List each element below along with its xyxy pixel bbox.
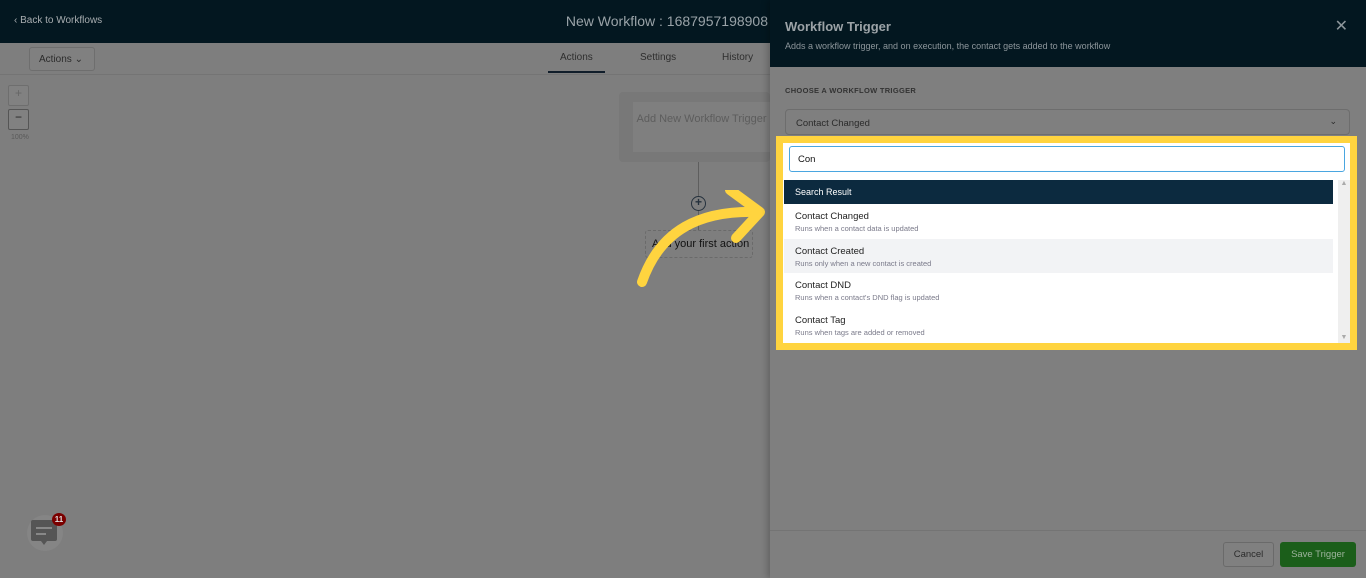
item-title: Contact Tag xyxy=(795,314,846,326)
search-results-list: Search Result Contact Changed Runs when a… xyxy=(784,180,1333,342)
actions-dropdown[interactable]: Actions ⌄ xyxy=(29,47,95,71)
trigger-select[interactable]: Contact Changed ⌄ xyxy=(785,109,1350,135)
back-label: Back to Workflows xyxy=(20,15,103,26)
item-desc: Runs when a contact's DND flag is update… xyxy=(795,293,940,302)
list-item[interactable]: Contact Created Runs only when a new cont… xyxy=(784,238,1333,273)
list-item[interactable]: Contact DND Runs when a contact's DND fla… xyxy=(784,273,1333,308)
item-desc: Runs when tags are added or removed xyxy=(795,327,925,337)
item-title: Contact DND xyxy=(795,280,851,291)
zoom-out-button[interactable]: − xyxy=(8,109,29,130)
actions-label: Actions xyxy=(39,54,72,65)
trigger-search-input[interactable] xyxy=(789,146,1345,172)
scroll-up-icon[interactable]: ▲ xyxy=(1338,180,1350,187)
zoom-level: 100% xyxy=(11,134,29,141)
list-item[interactable]: Contact Tag Runs when tags are added or r… xyxy=(784,307,1333,342)
selected-value: Contact Changed xyxy=(796,118,870,129)
item-title: Contact Created xyxy=(795,245,865,257)
list-item[interactable]: Contact Changed Runs when a contact data … xyxy=(784,204,1333,239)
drawer-footer: Cancel Save Trigger xyxy=(770,530,1366,578)
workflow-title: New Workflow : 1687957198908 xyxy=(565,13,768,29)
pointer-arrow-icon xyxy=(637,190,765,287)
tab-settings[interactable]: Settings xyxy=(640,52,676,63)
scrollbar[interactable]: ▲ ▼ xyxy=(1338,180,1350,343)
trigger-dropdown: Search Result Contact Changed Runs when a… xyxy=(776,136,1357,350)
save-trigger-button[interactable]: Save Trigger xyxy=(1280,542,1356,567)
chevron-down-icon: ⌄ xyxy=(74,54,83,65)
drawer-title: Workflow Trigger xyxy=(785,19,891,34)
chevron-down-icon: ⌄ xyxy=(1329,116,1337,126)
drawer-subtitle: Adds a workflow trigger, and on executio… xyxy=(785,41,1111,51)
close-icon[interactable]: ✕ xyxy=(1335,16,1348,36)
scroll-down-icon[interactable]: ▼ xyxy=(1338,334,1350,341)
trigger-card[interactable]: Add New Workflow Trigger xyxy=(619,92,770,162)
top-bar: ‹ Back to Workflows New Workflow : 16879… xyxy=(0,0,770,43)
cancel-button[interactable]: Cancel xyxy=(1223,542,1274,567)
item-desc: Runs only when a new contact is created xyxy=(795,258,932,268)
tab-actions[interactable]: Actions xyxy=(548,52,605,73)
item-title: Contact Changed xyxy=(795,211,869,222)
zoom-in-button[interactable]: + xyxy=(8,85,29,106)
back-to-workflows-link[interactable]: ‹ Back to Workflows xyxy=(14,15,102,26)
results-header: Search Result xyxy=(784,180,1333,204)
notification-badge: 11 xyxy=(52,513,66,526)
add-trigger-label: Add New Workflow Trigger xyxy=(633,102,770,152)
tab-history[interactable]: History xyxy=(722,52,753,63)
item-desc: Runs when a contact data is updated xyxy=(795,224,919,233)
section-label: CHOOSE A WORKFLOW TRIGGER xyxy=(785,86,917,95)
toolbar: Actions ⌄ Actions Settings History xyxy=(0,43,770,75)
